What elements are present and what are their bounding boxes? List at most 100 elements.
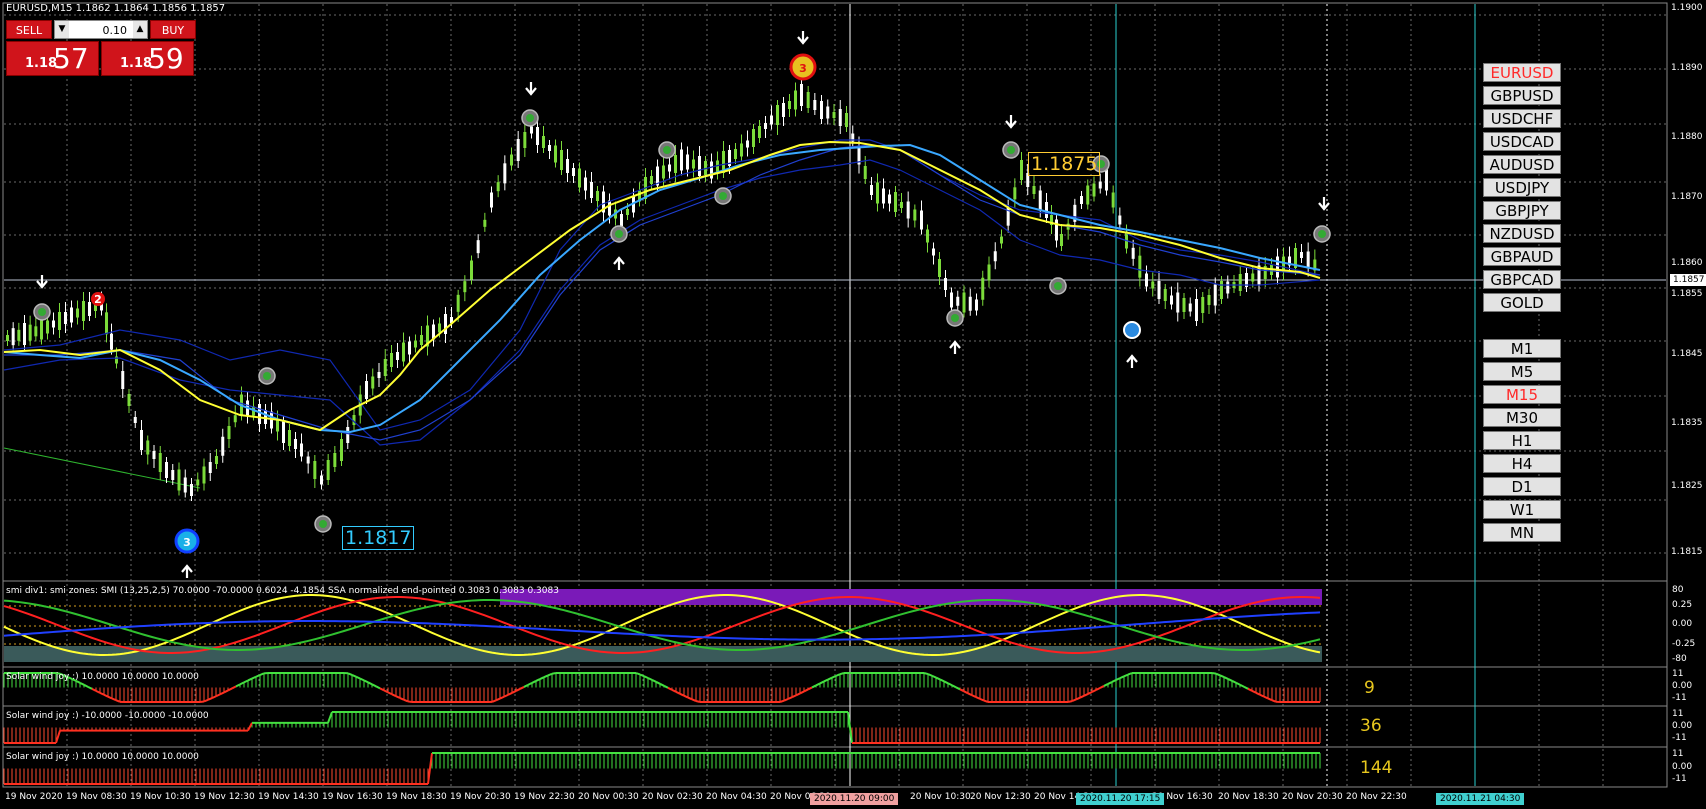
time-tick: 20 Nov 02:30 bbox=[642, 792, 703, 802]
candle-body bbox=[402, 342, 405, 362]
candle-body bbox=[1176, 292, 1180, 313]
solar-wind-line bbox=[779, 699, 785, 703]
chart-canvas[interactable]: 3 2 3 bbox=[0, 0, 1706, 809]
timeframe-button-h4[interactable]: H4 bbox=[1483, 454, 1561, 473]
candle-body bbox=[956, 296, 960, 306]
candle-body bbox=[870, 185, 873, 195]
signal-dot-icon bbox=[1318, 230, 1326, 238]
price-tick: 1.1870 bbox=[1671, 192, 1703, 202]
solar-wind-line bbox=[551, 672, 557, 675]
buy-button[interactable]: BUY bbox=[150, 20, 196, 39]
candle-body bbox=[993, 251, 997, 262]
timeframe-button-mn[interactable]: MN bbox=[1483, 523, 1561, 542]
solar-wind-line bbox=[367, 681, 373, 686]
candle-body bbox=[420, 335, 423, 345]
candle-body bbox=[23, 323, 26, 345]
solar-wind-line bbox=[499, 695, 505, 700]
symbol-button-gbpjpy[interactable]: GBPJPY bbox=[1483, 201, 1561, 220]
solar-wind-line bbox=[947, 682, 953, 687]
wave-label: 3 bbox=[183, 536, 191, 549]
candle-body bbox=[227, 426, 231, 439]
solar-wind-line bbox=[375, 685, 381, 690]
candle-body bbox=[1092, 183, 1096, 197]
lot-increase-icon[interactable]: ▲ bbox=[133, 21, 147, 38]
arrow-down-icon bbox=[36, 275, 48, 289]
timeframe-button-w1[interactable]: W1 bbox=[1483, 500, 1561, 519]
candle-body bbox=[1131, 247, 1135, 259]
candle-body bbox=[1306, 251, 1310, 269]
solar-wind-period-3: 144 bbox=[1360, 758, 1393, 778]
solar-wind-line bbox=[95, 689, 101, 694]
candle-body bbox=[932, 248, 935, 256]
time-tick: 19 Nov 10:30 bbox=[130, 792, 191, 802]
solar-wind-line bbox=[1215, 672, 1221, 677]
symbol-button-audusd[interactable]: AUDUSD bbox=[1483, 155, 1561, 174]
timeframe-button-m30[interactable]: M30 bbox=[1483, 408, 1561, 427]
solar-wind-line bbox=[1075, 696, 1081, 701]
solar-wind-line bbox=[1227, 678, 1233, 682]
candle-body bbox=[503, 163, 507, 184]
solar-wind-line bbox=[655, 680, 661, 685]
solar-wind-pane-1 bbox=[3, 672, 1321, 703]
candle-body bbox=[906, 201, 910, 219]
candle-body bbox=[208, 462, 212, 473]
candle-body bbox=[326, 460, 330, 480]
candle-body bbox=[1207, 295, 1211, 305]
lot-decrease-icon[interactable]: ▼ bbox=[55, 21, 69, 38]
candle-body bbox=[820, 101, 823, 119]
symbol-button-eurusd[interactable]: EURUSD bbox=[1483, 63, 1561, 82]
candle-body bbox=[668, 164, 671, 172]
symbol-button-usdchf[interactable]: USDCHF bbox=[1483, 109, 1561, 128]
solar-wind-line bbox=[503, 693, 509, 698]
candle-body bbox=[1145, 273, 1148, 287]
symbol-button-gbpcad[interactable]: GBPCAD bbox=[1483, 270, 1561, 289]
candle-body bbox=[962, 292, 966, 313]
timeframe-button-m1[interactable]: M1 bbox=[1483, 339, 1561, 358]
symbol-button-usdjpy[interactable]: USDJPY bbox=[1483, 178, 1561, 197]
lot-size-input[interactable]: ▼ 0.10 ▲ bbox=[54, 20, 148, 39]
time-tick: 20 Nov 10:30 bbox=[910, 792, 971, 802]
buy-price[interactable]: 1.18 59 bbox=[101, 41, 194, 76]
symbol-button-gbpaud[interactable]: GBPAUD bbox=[1483, 247, 1561, 266]
solar-wind-line bbox=[1247, 687, 1253, 692]
arrow-down-icon bbox=[1318, 197, 1330, 211]
symbol-button-usdcad[interactable]: USDCAD bbox=[1483, 132, 1561, 151]
candle-body bbox=[794, 90, 797, 110]
timeframe-button-d1[interactable]: D1 bbox=[1483, 477, 1561, 496]
candle-body bbox=[105, 312, 108, 335]
solar-wind-line bbox=[1123, 673, 1129, 678]
candle-body bbox=[1151, 281, 1155, 289]
timeframe-button-m5[interactable]: M5 bbox=[1483, 362, 1561, 381]
timeframe-button-m15[interactable]: M15 bbox=[1483, 385, 1561, 404]
solar-wind-line bbox=[1239, 683, 1245, 688]
solar-wind-line bbox=[683, 694, 689, 699]
candle-body bbox=[662, 165, 665, 179]
candle-body bbox=[758, 126, 761, 138]
candle-body bbox=[1226, 281, 1230, 294]
time-tick: 19 Nov 16:30 bbox=[322, 792, 383, 802]
sell-price[interactable]: 1.18 57 bbox=[6, 41, 99, 76]
solar-wind-line bbox=[523, 684, 529, 688]
smi-blue-line bbox=[3, 611, 1321, 641]
sell-button[interactable]: SELL bbox=[6, 20, 52, 39]
candle-body bbox=[1111, 192, 1115, 208]
solar-wind-line bbox=[55, 730, 61, 744]
symbol-button-gold[interactable]: GOLD bbox=[1483, 293, 1561, 312]
solar-wind-line bbox=[363, 679, 369, 684]
solar-wind-line bbox=[207, 697, 213, 701]
time-tag: 2020.11.20 17:15 bbox=[1076, 793, 1165, 805]
candle-body bbox=[171, 470, 175, 480]
solar-wind-tick-1: -11 bbox=[1672, 693, 1687, 703]
candle-body bbox=[987, 264, 991, 281]
symbol-button-nzdusd[interactable]: NZDUSD bbox=[1483, 224, 1561, 243]
candle-body bbox=[1118, 215, 1122, 225]
candle-body bbox=[764, 123, 767, 129]
symbol-button-gbpusd[interactable]: GBPUSD bbox=[1483, 86, 1561, 105]
candle-body bbox=[692, 159, 695, 169]
candle-body bbox=[282, 421, 285, 443]
solar-wind-line bbox=[1079, 694, 1085, 699]
solar-wind-line bbox=[227, 687, 233, 692]
candle-body bbox=[813, 100, 817, 110]
timeframe-button-h1[interactable]: H1 bbox=[1483, 431, 1561, 450]
solar-wind-line bbox=[219, 691, 225, 696]
